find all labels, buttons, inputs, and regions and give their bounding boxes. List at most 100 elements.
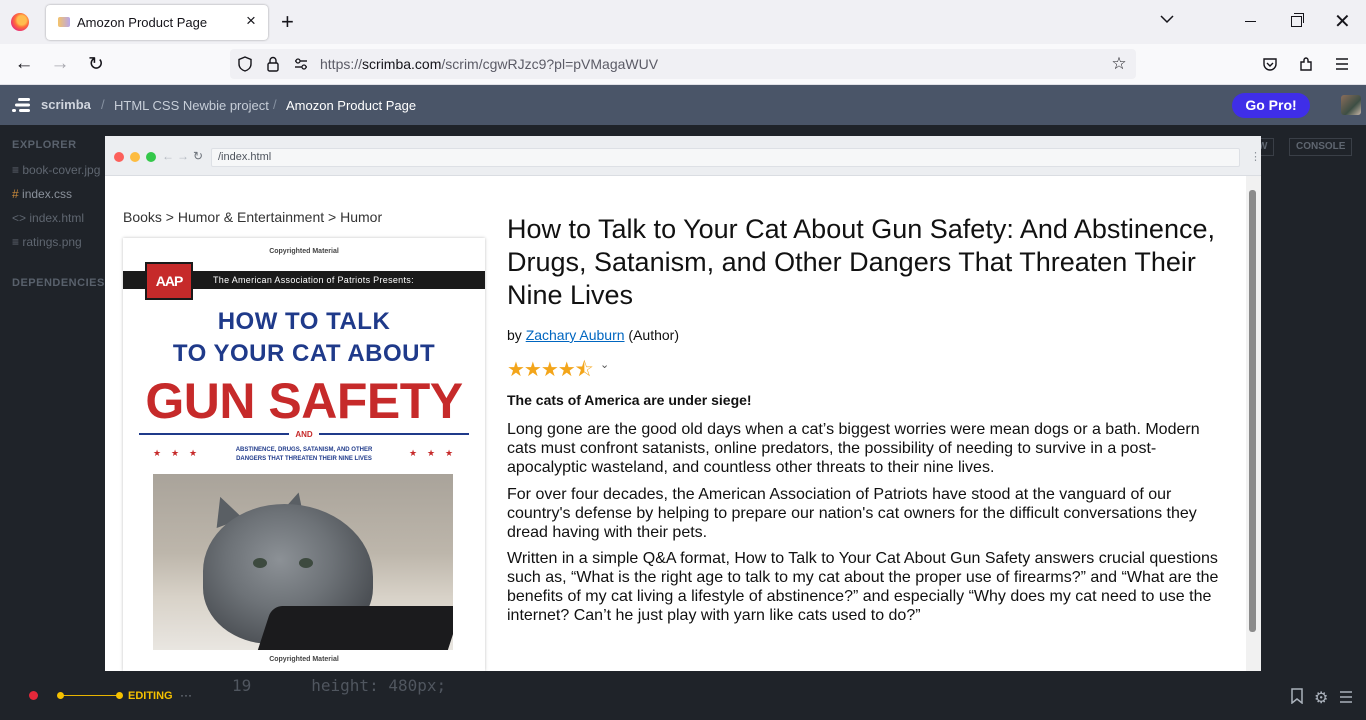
- url-text[interactable]: https://scrimba.com/scrim/cgwRJzc9?pl=pV…: [320, 56, 658, 72]
- cover-and: AND: [123, 430, 485, 439]
- preview-url-field[interactable]: /index.html: [211, 148, 1240, 167]
- pocket-icon[interactable]: [1261, 55, 1279, 73]
- cover-sub2: DANGERS THAT THREATEN THEIR NINE LIVES: [236, 456, 372, 462]
- cover-kitten-photo: [153, 474, 453, 650]
- cover-presents: The American Association of Patriots Pre…: [213, 275, 414, 285]
- new-tab-button[interactable]: +: [281, 9, 294, 35]
- address-bar[interactable]: https://scrimba.com/scrim/cgwRJzc9?pl=pV…: [230, 49, 1136, 79]
- file-name: ratings.png: [22, 235, 82, 249]
- breadcrumb-separator: /: [273, 97, 277, 112]
- go-pro-button[interactable]: Go Pro!: [1232, 93, 1310, 118]
- product-breadcrumbs[interactable]: Books > Humor & Entertainment > Humor: [123, 209, 382, 225]
- console-tab-button[interactable]: CONSOLE: [1289, 138, 1353, 156]
- url-domain: scrimba.com: [362, 56, 442, 72]
- timeline-start-handle[interactable]: [57, 692, 64, 699]
- cover-copyright-bottom: Copyrighted Material: [269, 656, 339, 663]
- timeline-end-handle[interactable]: [116, 692, 123, 699]
- kitten-eye: [299, 558, 313, 568]
- firefox-logo-icon: [11, 13, 29, 31]
- avatar[interactable]: [1341, 95, 1361, 115]
- cover-and-text: AND: [289, 430, 319, 439]
- shield-icon[interactable]: [236, 55, 254, 73]
- cover-copyright-top: Copyrighted Material: [269, 248, 339, 255]
- chevron-down-icon[interactable]: [1158, 10, 1176, 28]
- tab-favicon-icon: [58, 17, 70, 27]
- close-light-icon[interactable]: [114, 152, 124, 162]
- permissions-icon[interactable]: [292, 55, 310, 73]
- gear-icon[interactable]: ⚙: [1314, 688, 1328, 708]
- cover-star-icon: ★: [153, 448, 162, 458]
- file-item[interactable]: <> index.html: [12, 211, 84, 225]
- byline: by Zachary Auburn (Author): [507, 327, 679, 343]
- menu-icon[interactable]: [1339, 690, 1353, 704]
- byline-by: by: [507, 327, 522, 343]
- file-name: book-cover.jpg: [22, 163, 101, 177]
- preview-menu-icon[interactable]: ⋮: [1250, 150, 1261, 163]
- minimize-light-icon[interactable]: [130, 152, 140, 162]
- bookmark-icon[interactable]: [1290, 688, 1304, 704]
- code-line[interactable]: 19 height: 480px;: [232, 676, 446, 695]
- browser-tab-strip: Amozon Product Page × + ✕: [0, 0, 1366, 44]
- rating-stars[interactable]: ★★★★⯪: [507, 355, 594, 389]
- file-name: index.css: [22, 187, 73, 201]
- cover-sub1: ABSTINENCE, DRUGS, SATANISM, AND OTHER: [235, 447, 373, 453]
- pistol-shape: [257, 606, 453, 650]
- scrimba-logo-icon[interactable]: [12, 97, 32, 113]
- explorer-label: EXPLORER: [12, 139, 77, 151]
- preview-window: ← → ↻ /index.html ⋮ Books > Humor & Ente…: [105, 136, 1261, 671]
- cover-star-icon: ★: [427, 448, 436, 458]
- browser-tab[interactable]: Amozon Product Page ×: [46, 5, 268, 40]
- cover-star-icon: ★: [445, 448, 454, 458]
- file-name: index.html: [29, 211, 85, 225]
- author-role: (Author): [628, 327, 679, 343]
- close-tab-icon[interactable]: ×: [242, 11, 260, 31]
- author-link[interactable]: Zachary Auburn: [526, 327, 625, 343]
- cover-star-icon: ★: [171, 448, 180, 458]
- minimize-window-button[interactable]: [1245, 21, 1256, 22]
- back-arrow-icon[interactable]: ←: [12, 53, 36, 75]
- file-item[interactable]: # index.css: [12, 187, 72, 201]
- description-paragraph: Long gone are the good old days when a c…: [507, 421, 1200, 476]
- extensions-icon[interactable]: [1297, 55, 1315, 73]
- breadcrumb-separator: /: [101, 97, 105, 112]
- description-paragraph: For over four decades, the American Asso…: [507, 486, 1197, 541]
- preview-scrollbar-thumb[interactable]: [1249, 190, 1256, 632]
- cover-line3: GUN SAFETY: [145, 373, 463, 429]
- timeline-track[interactable]: [60, 695, 120, 696]
- scrimba-brand[interactable]: scrimba: [41, 97, 91, 112]
- kitten-eye: [253, 558, 267, 568]
- cover-line2: TO YOUR CAT ABOUT: [172, 340, 436, 367]
- forward-arrow-icon[interactable]: →: [48, 53, 72, 75]
- url-prefix: https://: [320, 56, 363, 72]
- browser-navbar: ← → ↻ https://scrimba.com/scrim/cgwRJzc9…: [0, 44, 1366, 85]
- breadcrumb-scrim: Amozon Product Page: [286, 98, 417, 113]
- code-text: height: 480px;: [311, 676, 447, 695]
- reload-icon[interactable]: ↻: [84, 53, 108, 76]
- close-window-button[interactable]: ✕: [1334, 9, 1351, 34]
- css-file-icon: #: [12, 187, 19, 201]
- more-options-icon[interactable]: ···: [180, 688, 192, 702]
- hamburger-menu-icon[interactable]: [1333, 55, 1351, 73]
- preview-reload-icon[interactable]: ↻: [193, 149, 203, 163]
- cover-line1: HOW TO TALK: [217, 308, 391, 335]
- chevron-down-icon[interactable]: ⌄: [600, 358, 609, 371]
- product-title: How to Talk to Your Cat About Gun Safety…: [507, 214, 1215, 310]
- url-path: /scrim/cgwRJzc9?pl=pVMagaWUV: [441, 56, 659, 72]
- record-icon[interactable]: [29, 691, 38, 700]
- preview-back-icon[interactable]: ←: [162, 149, 174, 163]
- maximize-light-icon[interactable]: [146, 152, 156, 162]
- cover-star-icon: ★: [189, 448, 198, 458]
- lock-icon[interactable]: [264, 55, 282, 73]
- dependencies-label: DEPENDENCIES: [12, 277, 105, 289]
- preview-toolbar: ← → ↻ /index.html ⋮: [105, 136, 1261, 176]
- cover-aap-logo: AAP: [145, 262, 193, 300]
- file-item[interactable]: ≡ ratings.png: [12, 235, 82, 249]
- bookmark-star-icon[interactable]: ☆: [1110, 54, 1128, 73]
- editing-status: EDITING: [128, 690, 173, 702]
- preview-forward-icon[interactable]: →: [177, 149, 189, 163]
- breadcrumb-course[interactable]: HTML CSS Newbie project: [114, 98, 269, 113]
- book-cover-image: Copyrighted Material The American Associ…: [123, 238, 485, 671]
- scrimba-header: scrimba / HTML CSS Newbie project / Amoz…: [0, 85, 1366, 125]
- restore-window-button[interactable]: [1291, 13, 1304, 27]
- file-item[interactable]: ≡ book-cover.jpg: [12, 163, 100, 177]
